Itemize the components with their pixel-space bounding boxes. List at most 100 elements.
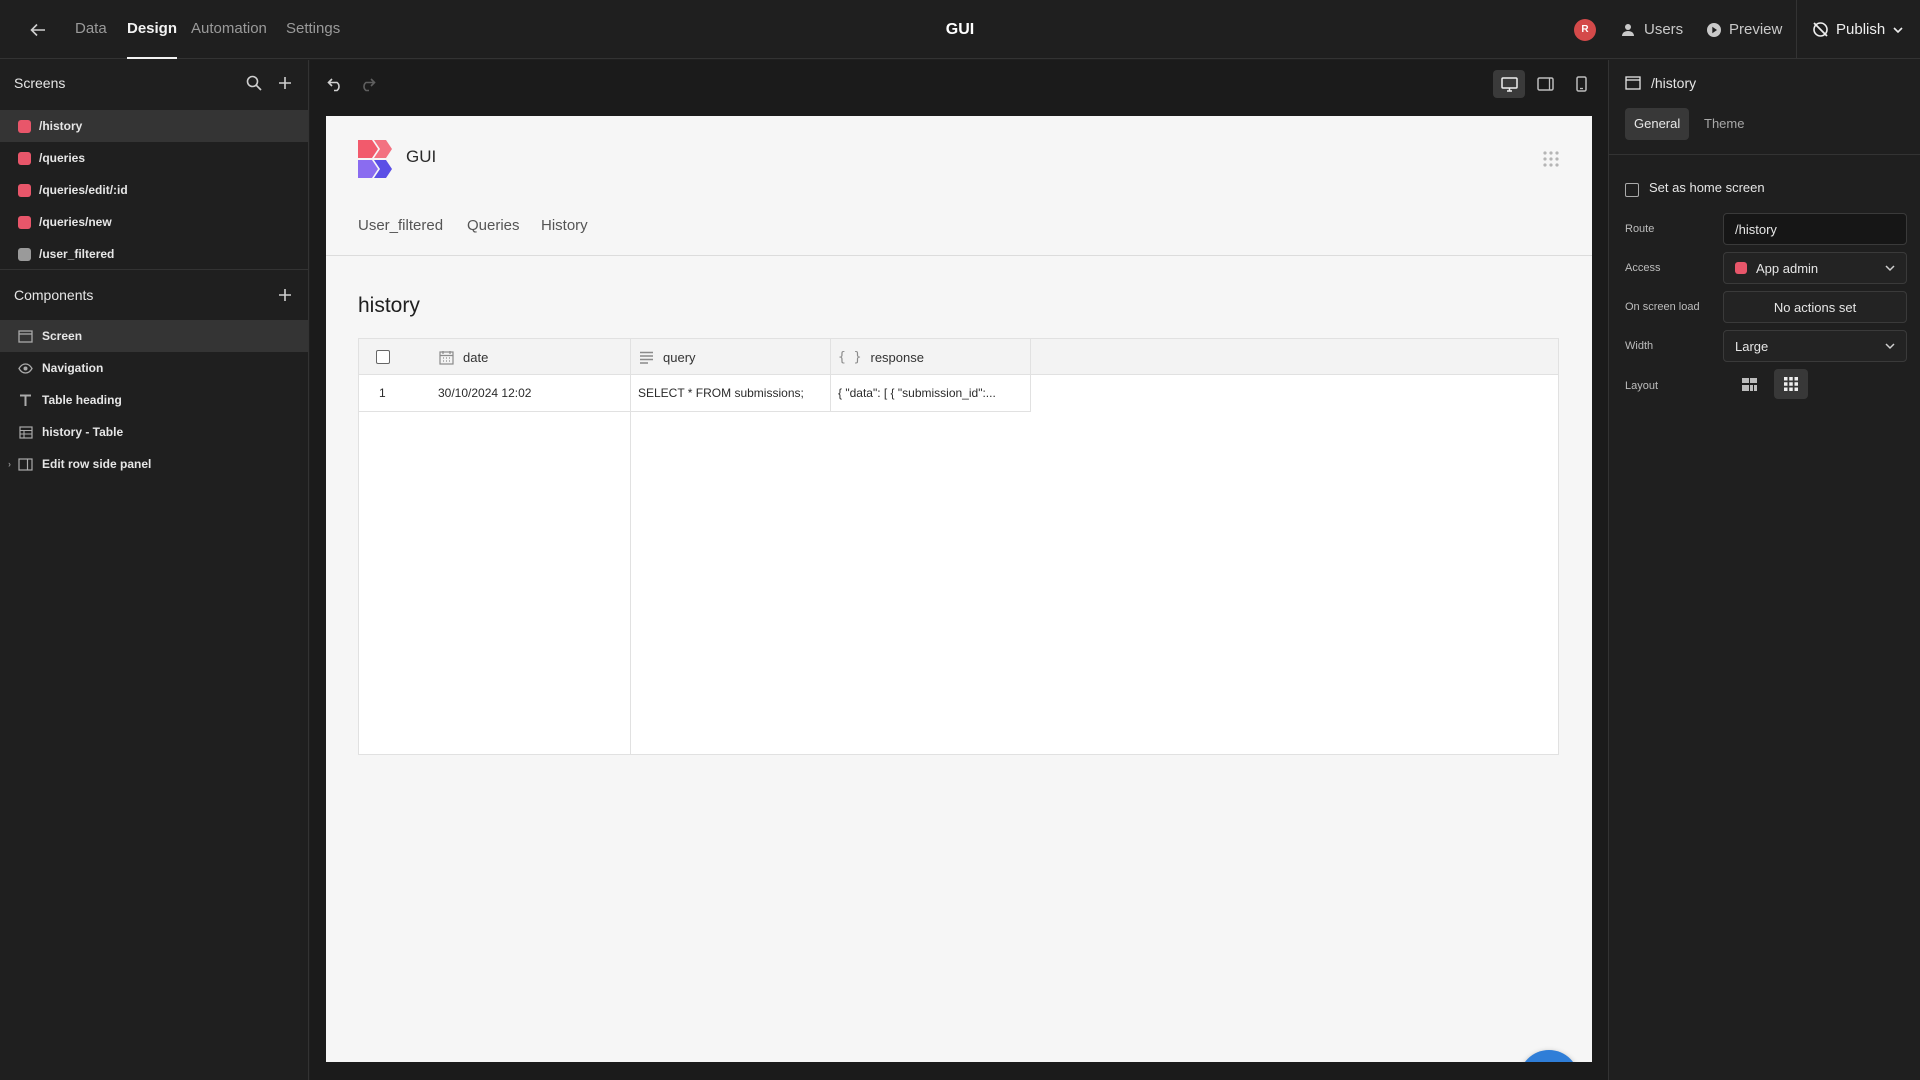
table-header-row [359,339,1558,375]
divider [1796,0,1797,59]
component-item-history-table[interactable]: history - Table [0,416,308,448]
avatar[interactable]: R [1574,19,1596,41]
onload-label: On screen load [1625,301,1700,313]
screen-item-label: /queries [39,151,86,165]
screen-color-dot [18,119,31,133]
publish-label: Publish [1836,21,1886,38]
layout-grid-icon[interactable] [1774,369,1808,399]
select-all-checkbox[interactable] [376,350,390,364]
redo-icon[interactable] [355,72,379,96]
screens-title: Screens [14,75,66,91]
preview-button[interactable]: Preview [1706,0,1782,59]
left-panel: Screens /history /queries /queries/edit/… [0,60,309,1080]
component-item-table-heading[interactable]: Table heading [0,384,308,416]
page-title: history [358,294,420,317]
column-header-response[interactable]: { } response [838,339,924,375]
play-icon [1706,22,1722,38]
nav-link-user-filtered[interactable]: User_filtered [358,217,443,234]
screen-color-dot [18,183,31,197]
screen-item-label: /user_filtered [39,247,115,261]
chevron-right-icon[interactable]: › [8,459,11,469]
screen-settings-title: /history [1651,75,1697,91]
tab-theme[interactable]: Theme [1695,108,1753,140]
column-header-query[interactable]: query [638,339,696,375]
layout-flex-icon[interactable] [1732,369,1766,399]
component-item-label: Table heading [42,393,122,407]
add-screen-icon[interactable] [275,73,295,93]
screen-color-dot [18,247,31,261]
screens-header: Screens [0,60,309,106]
add-component-icon[interactable] [275,285,295,305]
app-logo [358,140,392,178]
tab-automation[interactable]: Automation [191,0,267,59]
app-name: GUI [406,147,437,166]
screen-item-label: /queries/edit/:id [39,183,128,197]
role-color-dot [1735,262,1747,274]
add-row-button[interactable] [1519,1050,1579,1062]
component-item-label: Screen [42,329,83,343]
text-icon [18,393,33,408]
component-item-screen[interactable]: Screen [0,320,308,352]
tab-general[interactable]: General [1625,108,1690,140]
column-header-label: query [663,349,696,365]
mobile-icon[interactable] [1565,70,1597,98]
home-screen-checkbox[interactable] [1625,183,1639,197]
tablet-icon[interactable] [1529,70,1561,98]
users-icon [1621,22,1637,38]
cell-query[interactable]: SELECT * FROM submissions; [638,375,824,411]
back-arrow-icon[interactable] [24,16,52,44]
components-title: Components [14,287,94,303]
side-panel-icon [18,457,33,472]
undo-icon[interactable] [323,72,347,96]
components-header: Components [0,272,309,318]
screen-item-queries-new[interactable]: /queries/new [0,206,308,238]
settings-panel: /history General Theme Set as home scree… [1608,60,1920,1080]
width-value: Large [1735,338,1769,354]
nav-link-queries[interactable]: Queries [467,217,520,234]
screen-item-label: /queries/new [39,215,112,229]
component-item-label: Navigation [42,361,104,375]
onload-actions-button[interactable]: No actions set [1723,291,1907,323]
app-preview: GUI User_filtered Queries History histor… [326,116,1592,1062]
width-select[interactable]: Large [1723,330,1907,362]
tab-design[interactable]: Design [127,0,178,59]
access-value: App admin [1756,260,1819,276]
column-header-date[interactable]: date [438,339,488,375]
app-navigation: GUI User_filtered Queries History [326,116,1592,256]
screen-item-history[interactable]: /history [0,110,308,142]
home-screen-label: Set as home screen [1649,180,1765,195]
column-header-label: date [463,349,489,365]
width-label: Width [1625,340,1654,352]
access-select[interactable]: App admin [1723,252,1907,284]
route-label: Route [1625,223,1655,235]
braces-icon: { } [838,349,862,365]
eye-icon [18,361,33,376]
screen-color-dot [18,151,31,165]
publish-button[interactable]: Publish [1812,0,1904,59]
screen-item-queries-edit[interactable]: /queries/edit/:id [0,174,308,206]
layout-label: Layout [1625,380,1659,392]
users-button[interactable]: Users [1621,0,1683,59]
cell-date[interactable]: 30/10/2024 12:02 [438,375,623,411]
row-index: 1 [379,386,386,400]
column-divider [830,339,831,411]
tab-data[interactable]: Data [75,0,107,59]
calendar-icon [438,349,454,365]
column-divider [1030,339,1031,411]
screen-item-queries[interactable]: /queries [0,142,308,174]
search-icon[interactable] [244,73,264,93]
route-input[interactable]: /history [1723,213,1907,245]
nav-link-history[interactable]: History [541,217,588,234]
component-item-edit-row-side-panel[interactable]: › Edit row side panel [0,448,308,480]
grid-menu-icon[interactable] [1542,150,1562,170]
table-icon [18,425,33,440]
screen-color-dot [18,215,31,229]
tab-settings[interactable]: Settings [286,0,340,59]
preview-label: Preview [1729,21,1783,38]
history-table: date query { } response 1 30/10/2024 12:… [358,338,1559,755]
desktop-icon[interactable] [1493,70,1525,98]
screen-settings-header: /history [1625,60,1696,106]
cell-response[interactable]: { "data": [ { "submission_id":... [838,375,1023,411]
screen-item-user-filtered[interactable]: /user_filtered [0,238,308,270]
component-item-navigation[interactable]: Navigation [0,352,308,384]
